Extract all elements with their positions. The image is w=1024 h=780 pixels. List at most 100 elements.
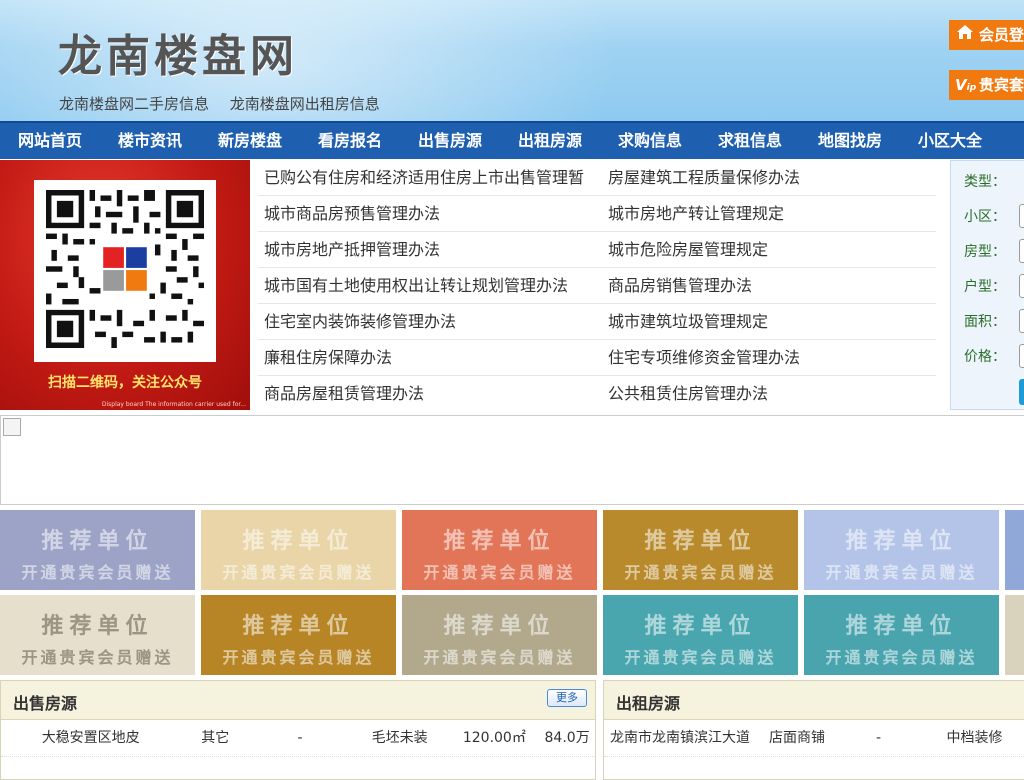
- tile-title: 推荐单位: [242, 614, 355, 639]
- nav-for-rent[interactable]: 出租房源: [500, 123, 600, 159]
- nav-more[interactable]: 中: [1000, 123, 1024, 159]
- article-row: 城市商品房预售管理办法 城市房地产转让管理规定: [258, 196, 936, 232]
- tile-title: 推荐单位: [443, 529, 556, 554]
- area-label: 面积：: [964, 314, 1006, 330]
- tile-subtitle: 开通贵宾会员赠送: [624, 648, 777, 667]
- rent-listings-panel: 出租房源 龙南市龙南镇滨江大道 店面商铺 - 中档装修: [603, 680, 1024, 780]
- article-link[interactable]: 住宅室内装饰装修管理办法: [258, 304, 602, 339]
- article-row: 商品房屋租赁管理办法 公共租赁住房管理办法: [258, 376, 936, 412]
- nav-new-homes[interactable]: 新房楼盘: [200, 123, 300, 159]
- qr-small-text: Display board The information carrier us…: [101, 401, 246, 408]
- listing-layout: -: [876, 730, 882, 746]
- recommended-tile[interactable]: [1005, 595, 1024, 675]
- article-link[interactable]: 住宅专项维修资金管理办法: [602, 340, 936, 375]
- listing-decoration: 中档装修: [946, 730, 1003, 746]
- tile-subtitle: 开通贵宾会员赠送: [222, 648, 375, 667]
- more-button[interactable]: 更多: [547, 689, 587, 707]
- article-link[interactable]: 城市危险房屋管理规定: [602, 232, 936, 267]
- nav-home[interactable]: 网站首页: [0, 123, 100, 159]
- article-link[interactable]: 廉租住房保障办法: [258, 340, 602, 375]
- recommended-tile[interactable]: [1005, 510, 1024, 590]
- site-logo[interactable]: 龙南楼盘网: [58, 20, 298, 84]
- tile-title: 推荐单位: [242, 529, 355, 554]
- article-row: 廉租住房保障办法 住宅专项维修资金管理办法: [258, 340, 936, 376]
- tile-subtitle: 开通贵宾会员赠送: [21, 563, 174, 582]
- tile-title: 推荐单位: [41, 614, 154, 639]
- tile-subtitle: 开通贵宾会员赠送: [825, 648, 978, 667]
- home-icon: [955, 20, 975, 50]
- nav-wanted-rent[interactable]: 求租信息: [700, 123, 800, 159]
- tile-title: 推荐单位: [644, 529, 757, 554]
- secondhand-link[interactable]: 龙南楼盘网二手房信息: [59, 95, 209, 113]
- rent-panel-title: 出租房源: [616, 694, 681, 713]
- recommended-tile[interactable]: 推荐单位 开通贵宾会员赠送: [201, 510, 396, 590]
- recommended-tile[interactable]: 推荐单位 开通贵宾会员赠送: [201, 595, 396, 675]
- article-link[interactable]: 城市国有土地使用权出让转让规划管理办法: [258, 268, 602, 303]
- listing-name[interactable]: 大稳安置区地皮: [1, 720, 180, 756]
- rent-panel-header: 出租房源: [604, 681, 1024, 720]
- recommended-tile[interactable]: 推荐单位 开通贵宾会员赠送: [603, 510, 798, 590]
- member-login-label: 会员登: [979, 26, 1024, 44]
- room-type-select[interactable]: [1019, 239, 1024, 263]
- price-label: 价格：: [964, 349, 1006, 365]
- type-label: 类型：: [964, 174, 1006, 190]
- qr-banner[interactable]: 扫描二维码，关注公众号 Display board The informatio…: [0, 160, 250, 410]
- recommended-tile[interactable]: 推荐单位 开通贵宾会员赠送: [603, 595, 798, 675]
- recommended-tile[interactable]: 推荐单位 开通贵宾会员赠送: [402, 510, 597, 590]
- layout-select[interactable]: [1019, 274, 1024, 298]
- listing-location[interactable]: 龙南市龙南镇滨江大道: [604, 720, 754, 756]
- recommended-tile[interactable]: 推荐单位 开通贵宾会员赠送: [804, 510, 999, 590]
- room-type-label: 房型：: [964, 244, 1006, 260]
- policy-articles: 已购公有住房和经济适用住房上市出售管理暂 房屋建筑工程质量保修办法 城市商品房预…: [258, 160, 936, 412]
- listing-decoration: 毛坯未装: [371, 730, 428, 746]
- vip-label: 贵宾套: [979, 76, 1024, 94]
- article-link[interactable]: 商品房销售管理办法: [602, 268, 936, 303]
- price-select[interactable]: [1019, 344, 1024, 368]
- article-link[interactable]: 城市商品房预售管理办法: [258, 196, 602, 231]
- search-button[interactable]: [1019, 379, 1024, 405]
- article-link[interactable]: 城市房地产抵押管理办法: [258, 232, 602, 267]
- tile-subtitle: 开通贵宾会员赠送: [21, 648, 174, 667]
- article-row: 城市房地产抵押管理办法 城市危险房屋管理规定: [258, 232, 936, 268]
- nav-viewing-signup[interactable]: 看房报名: [300, 123, 400, 159]
- article-link[interactable]: 已购公有住房和经济适用住房上市出售管理暂: [258, 160, 602, 195]
- qr-code-icon: [46, 190, 204, 348]
- article-link[interactable]: 房屋建筑工程质量保修办法: [602, 160, 936, 195]
- ad-banner[interactable]: [0, 415, 1024, 505]
- listing-row[interactable]: 龙南市龙南镇滨江大道 店面商铺 - 中档装修: [604, 720, 1024, 757]
- vip-icon: Vip: [955, 76, 977, 94]
- nav-for-sale[interactable]: 出售房源: [400, 123, 500, 159]
- article-link[interactable]: 商品房屋租赁管理办法: [258, 376, 602, 412]
- nav-wanted-buy[interactable]: 求购信息: [600, 123, 700, 159]
- member-login-button[interactable]: 会员登: [949, 20, 1024, 50]
- nav-news[interactable]: 楼市资讯: [100, 123, 200, 159]
- tile-title: 推荐单位: [41, 529, 154, 554]
- nav-communities[interactable]: 小区大全: [900, 123, 1000, 159]
- article-link[interactable]: 城市建筑垃圾管理规定: [602, 304, 936, 339]
- tile-subtitle: 开通贵宾会员赠送: [423, 563, 576, 582]
- tile-title: 推荐单位: [845, 614, 958, 639]
- community-label: 小区：: [964, 209, 1006, 225]
- recommended-tile[interactable]: 推荐单位 开通贵宾会员赠送: [804, 595, 999, 675]
- community-input[interactable]: [1019, 204, 1024, 228]
- article-row: 城市国有土地使用权出让转让规划管理办法 商品房销售管理办法: [258, 268, 936, 304]
- recommended-tile[interactable]: 推荐单位 开通贵宾会员赠送: [0, 510, 195, 590]
- listing-area: 120.00㎡: [462, 730, 526, 746]
- area-select[interactable]: [1019, 309, 1024, 333]
- rental-link[interactable]: 龙南楼盘网出租房信息: [230, 95, 380, 113]
- qr-code-card: [34, 180, 216, 362]
- recommended-tile[interactable]: 推荐单位 开通贵宾会员赠送: [0, 595, 195, 675]
- site-header: 龙南楼盘网 龙南楼盘网二手房信息 龙南楼盘网出租房信息 会员登 Vip 贵宾套: [0, 0, 1024, 121]
- qr-caption: 扫描二维码，关注公众号: [48, 375, 202, 391]
- article-link[interactable]: 公共租赁住房管理办法: [602, 376, 936, 412]
- listing-price: 84.0万: [544, 730, 590, 746]
- nav-map-search[interactable]: 地图找房: [800, 123, 900, 159]
- sale-panel-header: 出售房源 更多: [1, 681, 595, 720]
- vip-button[interactable]: Vip 贵宾套: [949, 70, 1024, 100]
- article-row: 已购公有住房和经济适用住房上市出售管理暂 房屋建筑工程质量保修办法: [258, 160, 936, 196]
- tile-subtitle: 开通贵宾会员赠送: [423, 648, 576, 667]
- listing-type: 其它: [201, 730, 230, 746]
- listing-row[interactable]: 大稳安置区地皮 其它 - 毛坯未装 120.00㎡ 84.0万: [1, 720, 595, 757]
- article-link[interactable]: 城市房地产转让管理规定: [602, 196, 936, 231]
- recommended-tile[interactable]: 推荐单位 开通贵宾会员赠送: [402, 595, 597, 675]
